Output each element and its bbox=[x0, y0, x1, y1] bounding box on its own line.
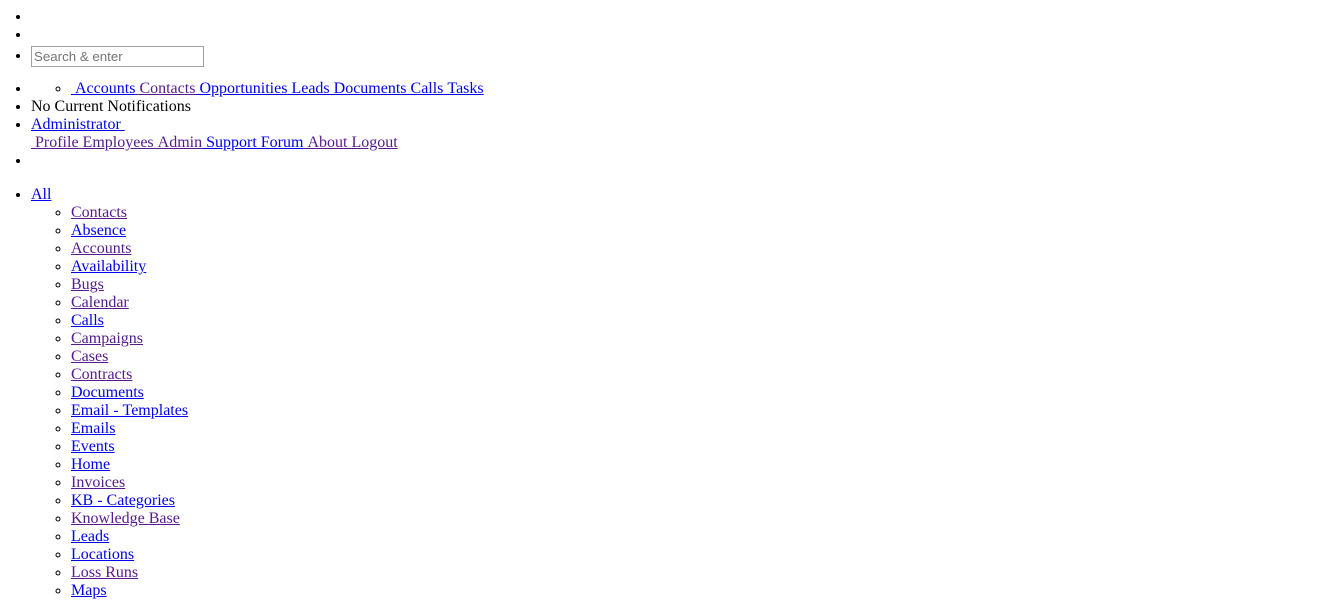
module-item: Absence bbox=[71, 222, 1344, 240]
user-menu-item: Administrator Profile Employees Admin Su… bbox=[31, 116, 1344, 152]
module-item: Availability bbox=[71, 258, 1344, 276]
module-link-calendar[interactable]: Calendar bbox=[71, 294, 129, 311]
module-item: Knowledge Base bbox=[71, 510, 1344, 528]
module-item: Invoices bbox=[71, 474, 1344, 492]
module-item: Leads bbox=[71, 528, 1344, 546]
quick-create-opportunities[interactable]: Opportunities bbox=[195, 80, 287, 97]
nav-empty-item-3 bbox=[31, 152, 1344, 170]
module-link-maps[interactable]: Maps bbox=[71, 582, 107, 599]
quick-create-links: Accounts Contacts Opportunities Leads Do… bbox=[71, 80, 484, 98]
module-item: Contacts bbox=[71, 204, 1344, 222]
module-link-documents[interactable]: Documents bbox=[71, 384, 144, 401]
module-item: Calendar bbox=[71, 294, 1344, 312]
module-link-absence[interactable]: Absence bbox=[71, 222, 126, 239]
module-list: ContactsAbsenceAccountsAvailabilityBugsC… bbox=[31, 204, 1344, 600]
module-link-loss-runs[interactable]: Loss Runs bbox=[71, 564, 138, 581]
module-item: Campaigns bbox=[71, 330, 1344, 348]
quick-create-list: Accounts Contacts Opportunities Leads Do… bbox=[31, 80, 484, 98]
module-link-email-templates[interactable]: Email - Templates bbox=[71, 402, 188, 419]
module-link-knowledge-base[interactable]: Knowledge Base bbox=[71, 510, 180, 527]
module-link-locations[interactable]: Locations bbox=[71, 546, 134, 563]
header-menu: Accounts Contacts Opportunities Leads Do… bbox=[0, 80, 1344, 170]
module-link-events[interactable]: Events bbox=[71, 438, 115, 455]
quick-create-leads[interactable]: Leads bbox=[287, 80, 329, 97]
module-item: Cases bbox=[71, 348, 1344, 366]
notifications-item: No Current Notifications bbox=[31, 98, 1344, 116]
module-item: Email - Templates bbox=[71, 402, 1344, 420]
quick-create-calls[interactable]: Calls bbox=[407, 80, 444, 97]
search-item bbox=[31, 46, 1344, 68]
module-item: Loss Runs bbox=[71, 564, 1344, 582]
search-input[interactable] bbox=[31, 46, 204, 67]
module-item: Bugs bbox=[71, 276, 1344, 294]
user-menu-logout[interactable]: Logout bbox=[347, 134, 397, 151]
module-item: Events bbox=[71, 438, 1344, 456]
quick-create-documents[interactable]: Documents bbox=[330, 80, 407, 97]
nav-empty-item-2 bbox=[31, 26, 1344, 44]
user-menu-about[interactable]: About bbox=[303, 134, 347, 151]
module-link-kb-categories[interactable]: KB - Categories bbox=[71, 492, 175, 509]
module-item: Documents bbox=[71, 384, 1344, 402]
user-menu-support-forum[interactable]: Support Forum bbox=[202, 134, 303, 151]
module-link-campaigns[interactable]: Campaigns bbox=[71, 330, 143, 347]
user-menu-toggle[interactable]: Administrator bbox=[31, 116, 1344, 134]
module-link-bugs[interactable]: Bugs bbox=[71, 276, 104, 293]
module-link-leads[interactable]: Leads bbox=[71, 528, 109, 545]
module-link-calls[interactable]: Calls bbox=[71, 312, 104, 329]
quick-create-contacts[interactable]: Contacts bbox=[135, 80, 195, 97]
nav-empty-item-1 bbox=[31, 8, 1344, 26]
module-item: Locations bbox=[71, 546, 1344, 564]
module-item: Accounts bbox=[71, 240, 1344, 258]
top-nav bbox=[0, 8, 1344, 68]
user-menu-links: Profile Employees Admin Support Forum Ab… bbox=[31, 134, 1344, 152]
module-link-availability[interactable]: Availability bbox=[71, 258, 146, 275]
module-item: Home bbox=[71, 456, 1344, 474]
module-item: KB - Categories bbox=[71, 492, 1344, 510]
module-item: Emails bbox=[71, 420, 1344, 438]
user-menu-profile[interactable]: Profile bbox=[31, 134, 79, 151]
module-link-home[interactable]: Home bbox=[71, 456, 110, 473]
module-link-invoices[interactable]: Invoices bbox=[71, 474, 125, 491]
module-link-contacts[interactable]: Contacts bbox=[71, 204, 127, 221]
notifications-text: No Current Notifications bbox=[31, 98, 191, 115]
user-menu-admin[interactable]: Admin bbox=[154, 134, 202, 151]
module-link-emails[interactable]: Emails bbox=[71, 420, 115, 437]
module-all-item: All ContactsAbsenceAccountsAvailabilityB… bbox=[31, 186, 1344, 600]
module-item: Contracts bbox=[71, 366, 1344, 384]
module-item: Maps bbox=[71, 582, 1344, 600]
module-link-contracts[interactable]: Contracts bbox=[71, 366, 132, 383]
module-item: Calls bbox=[71, 312, 1344, 330]
user-menu-employees[interactable]: Employees bbox=[79, 134, 154, 151]
module-menu: All ContactsAbsenceAccountsAvailabilityB… bbox=[0, 186, 1344, 600]
module-link-cases[interactable]: Cases bbox=[71, 348, 108, 365]
quick-create-tasks[interactable]: Tasks bbox=[443, 80, 483, 97]
module-all-link[interactable]: All bbox=[31, 186, 51, 203]
quick-create-item: Accounts Contacts Opportunities Leads Do… bbox=[31, 80, 1344, 98]
module-link-accounts[interactable]: Accounts bbox=[71, 240, 131, 257]
quick-create-accounts[interactable]: Accounts bbox=[71, 80, 135, 97]
